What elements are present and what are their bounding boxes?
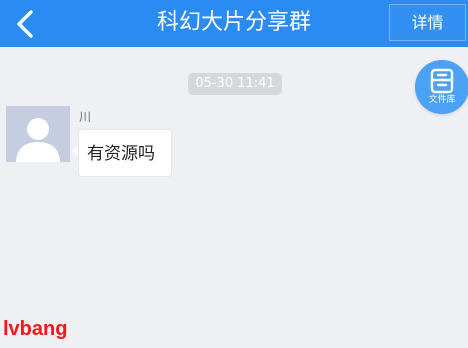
default-user-icon bbox=[16, 118, 60, 162]
file-box-icon bbox=[430, 68, 454, 94]
details-button[interactable]: 详情 bbox=[389, 4, 466, 41]
sender-name: 川 bbox=[79, 110, 92, 124]
app-header: 科幻大片分享群 详情 bbox=[0, 0, 468, 47]
file-library-button[interactable]: 文件库 bbox=[415, 60, 468, 114]
message-bubble[interactable]: 有资源吗 bbox=[78, 129, 172, 177]
message-timestamp: 05-30 11:41 bbox=[188, 73, 282, 95]
file-library-label: 文件库 bbox=[428, 95, 456, 105]
watermark-text: lvbang bbox=[3, 318, 68, 340]
avatar[interactable] bbox=[6, 106, 70, 162]
